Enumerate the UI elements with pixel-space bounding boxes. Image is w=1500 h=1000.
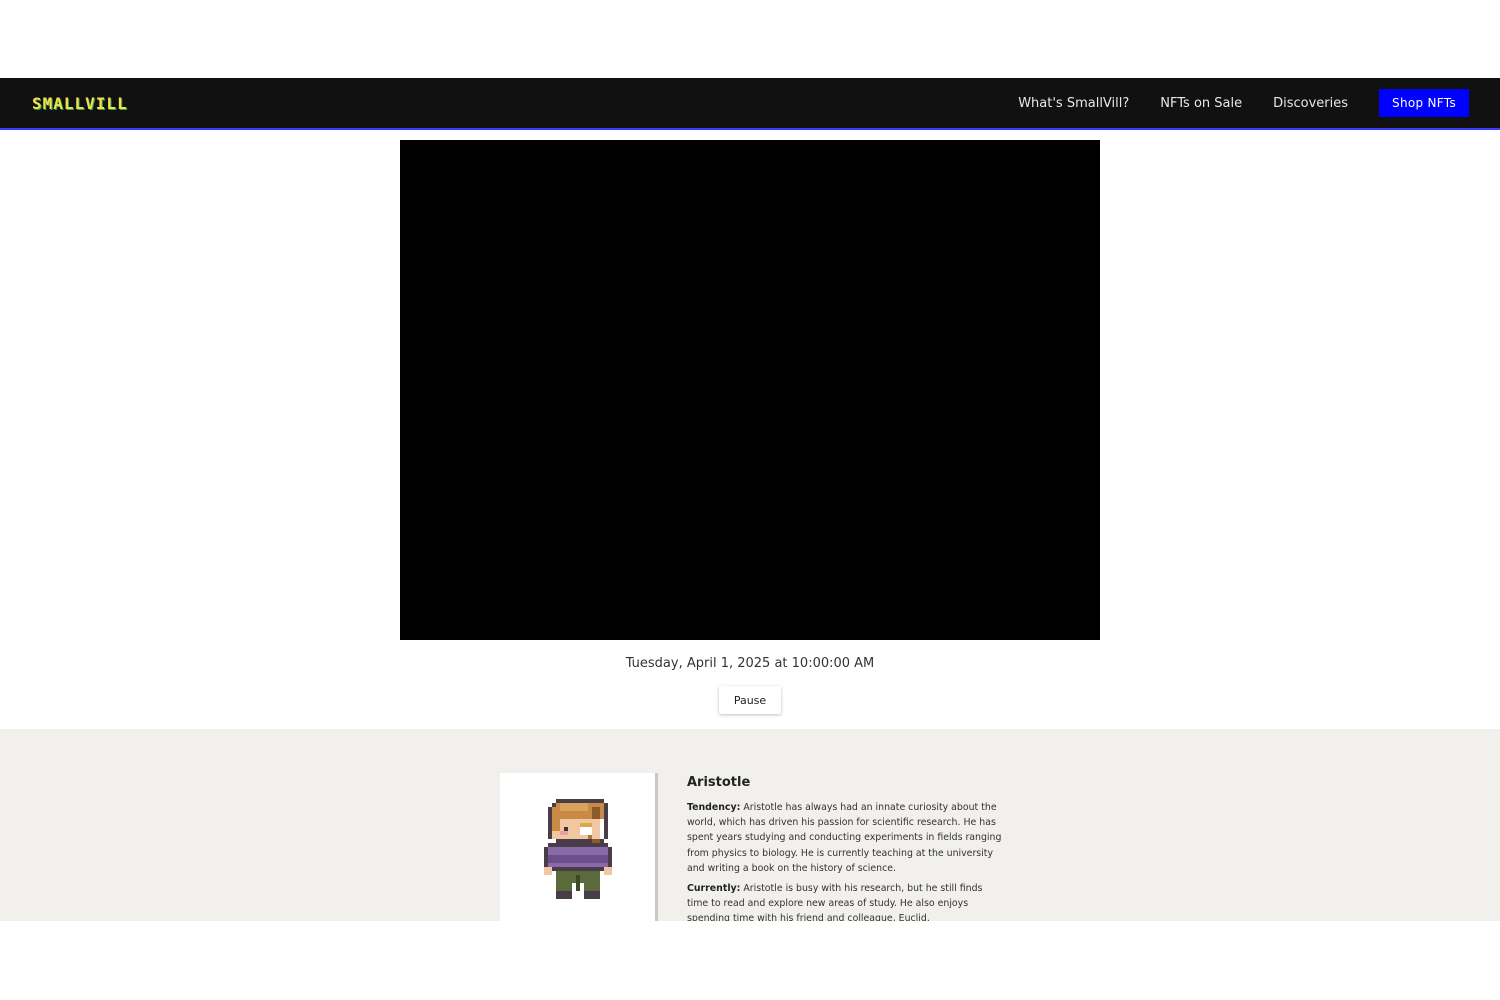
navbar: SMALLVILL What's SmallVill? NFTs on Sale…	[0, 78, 1500, 130]
persona-tendency: Tendency: Aristotle has always had an in…	[687, 800, 1002, 876]
nav-link-whats-smallvill[interactable]: What's SmallVill?	[1018, 96, 1129, 111]
logo[interactable]: SMALLVILL	[32, 93, 128, 113]
simulation-datetime: Tuesday, April 1, 2025 at 10:00:00 AM	[625, 656, 875, 671]
tendency-label: Tendency:	[687, 802, 741, 813]
page: SMALLVILL What's SmallVill? NFTs on Sale…	[0, 0, 1500, 1000]
pixel-character-sprite-icon	[544, 799, 612, 899]
shop-nfts-button[interactable]: Shop NFTs	[1379, 89, 1469, 117]
simulation-canvas[interactable]	[400, 140, 1100, 640]
currently-label: Currently:	[687, 883, 741, 895]
persona-avatar-card	[500, 773, 658, 921]
top-spacer	[0, 0, 1500, 78]
persona-name: Aristotle	[687, 775, 751, 790]
persona-section: Aristotle Tendency: Aristotle has always…	[0, 729, 1500, 921]
bottom-spacer	[0, 921, 1500, 1000]
pause-button[interactable]: Pause	[719, 686, 781, 714]
nav-link-nfts-on-sale[interactable]: NFTs on Sale	[1160, 96, 1242, 111]
persona-currently: Currently: Aristotle is busy with his re…	[687, 881, 1002, 921]
persona-info: Aristotle Tendency: Aristotle has always…	[687, 773, 1002, 921]
nav-links: What's SmallVill? NFTs on Sale Discoveri…	[1018, 78, 1469, 128]
nav-link-discoveries[interactable]: Discoveries	[1273, 96, 1348, 111]
